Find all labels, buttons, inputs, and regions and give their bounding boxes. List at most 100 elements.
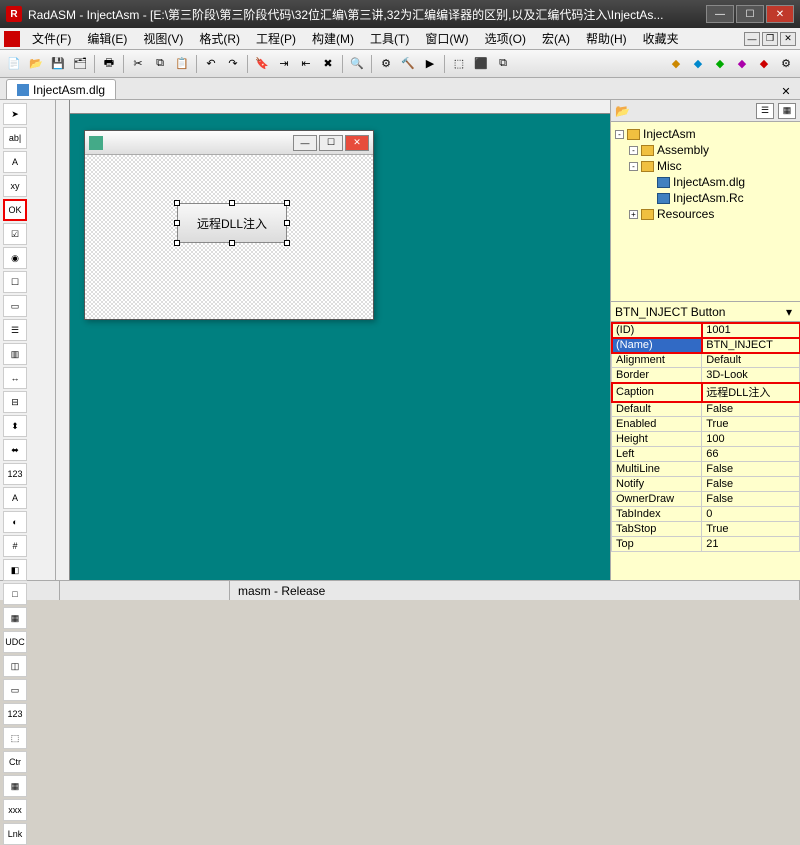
toolbox-item-10[interactable]: ▥ [3, 343, 27, 365]
menu-window[interactable]: 窗口(W) [417, 28, 476, 49]
property-row[interactable]: (ID)1001 [612, 323, 800, 338]
menu-format[interactable]: 格式(R) [191, 28, 248, 49]
tb-tool5-icon[interactable]: ◆ [754, 54, 774, 74]
mdi-minimize-button[interactable]: — [744, 32, 760, 46]
tb-run-icon[interactable]: ▶ [420, 54, 440, 74]
dialog-close-button[interactable]: ✕ [345, 135, 369, 151]
tree-folder[interactable]: +Resources [615, 206, 796, 222]
tb-print-icon[interactable]: 🖶 [99, 54, 119, 74]
menu-options[interactable]: 选项(O) [477, 28, 534, 49]
tb-save-icon[interactable]: 💾 [48, 54, 68, 74]
toolbox-item-11[interactable]: ↔ [3, 367, 27, 389]
tb-compile-icon[interactable]: ⚙ [376, 54, 396, 74]
toolbox-item-7[interactable]: ☐ [3, 271, 27, 293]
tree-folder[interactable]: -Misc [615, 158, 796, 174]
dropdown-icon[interactable]: ▾ [782, 305, 796, 319]
property-row[interactable]: Top21 [612, 537, 800, 552]
toolbox-item-24[interactable]: ▭ [3, 679, 27, 701]
tb-bookmark-next-icon[interactable]: ⇥ [274, 54, 294, 74]
toolbox-item-29[interactable]: xxx [3, 799, 27, 821]
toolbox-item-4[interactable]: OK [3, 199, 27, 221]
property-row[interactable]: Left66 [612, 447, 800, 462]
tb-bookmark-prev-icon[interactable]: ⇤ [296, 54, 316, 74]
property-row[interactable]: Caption远程DLL注入 [612, 383, 800, 402]
menu-project[interactable]: 工程(P) [248, 28, 304, 49]
dialog-titlebar[interactable]: — ☐ ✕ [85, 131, 373, 155]
toolbox-item-19[interactable]: ◧ [3, 559, 27, 581]
toolbox-item-25[interactable]: 123 [3, 703, 27, 725]
toolbox-item-5[interactable]: ☑ [3, 223, 27, 245]
tree-file[interactable]: InjectAsm.dlg [615, 174, 796, 190]
tree-file[interactable]: InjectAsm.Rc [615, 190, 796, 206]
property-object-selector[interactable]: BTN_INJECT Button ▾ [611, 302, 800, 322]
property-row[interactable]: DefaultFalse [612, 402, 800, 417]
menu-help[interactable]: 帮助(H) [578, 28, 635, 49]
toolbox-item-21[interactable]: ▦ [3, 607, 27, 629]
property-row[interactable]: Border3D-Look [612, 368, 800, 383]
tree-folder[interactable]: -Assembly [615, 142, 796, 158]
property-row[interactable]: EnabledTrue [612, 417, 800, 432]
menu-macro[interactable]: 宏(A) [534, 28, 578, 49]
toolbox-item-0[interactable]: ➤ [3, 103, 27, 125]
tb-find-icon[interactable]: 🔍 [347, 54, 367, 74]
toolbox-item-30[interactable]: Lnk [3, 823, 27, 845]
tb-tile-h-icon[interactable]: ⬚ [449, 54, 469, 74]
property-row[interactable]: Height100 [612, 432, 800, 447]
toolbox-item-18[interactable]: # [3, 535, 27, 557]
tab-close-button[interactable]: ✕ [778, 83, 794, 99]
property-row[interactable]: MultiLineFalse [612, 462, 800, 477]
tb-saveall-icon[interactable]: 🗂 [70, 54, 90, 74]
toolbox-item-1[interactable]: ab| [3, 127, 27, 149]
toolbox-item-23[interactable]: ◫ [3, 655, 27, 677]
toolbox-item-15[interactable]: 123 [3, 463, 27, 485]
resize-handle-ne[interactable] [284, 200, 290, 206]
mdi-close-button[interactable]: ✕ [780, 32, 796, 46]
dialog-maximize-button[interactable]: ☐ [319, 135, 343, 151]
menu-edit[interactable]: 编辑(E) [79, 28, 135, 49]
resize-handle-sw[interactable] [174, 240, 180, 246]
resize-handle-e[interactable] [284, 220, 290, 226]
toolbox-item-26[interactable]: ⬚ [3, 727, 27, 749]
tb-cut-icon[interactable]: ✂ [128, 54, 148, 74]
menu-view[interactable]: 视图(V) [135, 28, 191, 49]
tb-paste-icon[interactable]: 📋 [172, 54, 192, 74]
tb-tile-v-icon[interactable]: ⬛ [471, 54, 491, 74]
property-row[interactable]: AlignmentDefault [612, 353, 800, 368]
project-view1-button[interactable]: ☰ [756, 103, 774, 119]
project-view2-button[interactable]: ▦ [778, 103, 796, 119]
tb-settings-icon[interactable]: ⚙ [776, 54, 796, 74]
toolbox-item-17[interactable]: ◐ [3, 511, 27, 533]
toolbox-item-28[interactable]: ▦ [3, 775, 27, 797]
toolbox-item-6[interactable]: ◉ [3, 247, 27, 269]
tb-tool2-icon[interactable]: ◆ [688, 54, 708, 74]
tb-bookmark-icon[interactable]: 🔖 [252, 54, 272, 74]
tb-copy-icon[interactable]: ⧉ [150, 54, 170, 74]
resize-handle-nw[interactable] [174, 200, 180, 206]
tb-new-icon[interactable]: 📄 [4, 54, 24, 74]
resize-handle-n[interactable] [229, 200, 235, 206]
dialog-minimize-button[interactable]: — [293, 135, 317, 151]
resize-handle-w[interactable] [174, 220, 180, 226]
tb-bookmark-clear-icon[interactable]: ✖ [318, 54, 338, 74]
property-row[interactable]: TabStopTrue [612, 522, 800, 537]
toolbox-item-13[interactable]: ⬍ [3, 415, 27, 437]
tb-open-icon[interactable]: 📂 [26, 54, 46, 74]
tree-root[interactable]: -InjectAsm [615, 126, 796, 142]
minimize-button[interactable]: — [706, 5, 734, 23]
tb-tool4-icon[interactable]: ◆ [732, 54, 752, 74]
property-grid[interactable]: (ID)1001(Name)BTN_INJECTAlignmentDefault… [611, 322, 800, 580]
tb-cascade-icon[interactable]: ⧉ [493, 54, 513, 74]
dialog-preview[interactable]: — ☐ ✕ 远程DLL注入 [84, 130, 374, 320]
resize-handle-s[interactable] [229, 240, 235, 246]
dialog-designer[interactable]: — ☐ ✕ 远程DLL注入 [56, 100, 610, 580]
toolbox-item-22[interactable]: UDC [3, 631, 27, 653]
button-control-selected[interactable]: 远程DLL注入 [177, 203, 287, 243]
tb-tool1-icon[interactable]: ◆ [666, 54, 686, 74]
property-row[interactable]: OwnerDrawFalse [612, 492, 800, 507]
toolbox-item-9[interactable]: ☰ [3, 319, 27, 341]
property-row[interactable]: TabIndex0 [612, 507, 800, 522]
toolbox-item-8[interactable]: ▭ [3, 295, 27, 317]
menu-tools[interactable]: 工具(T) [362, 28, 417, 49]
maximize-button[interactable]: ☐ [736, 5, 764, 23]
menu-build[interactable]: 构建(M) [304, 28, 362, 49]
